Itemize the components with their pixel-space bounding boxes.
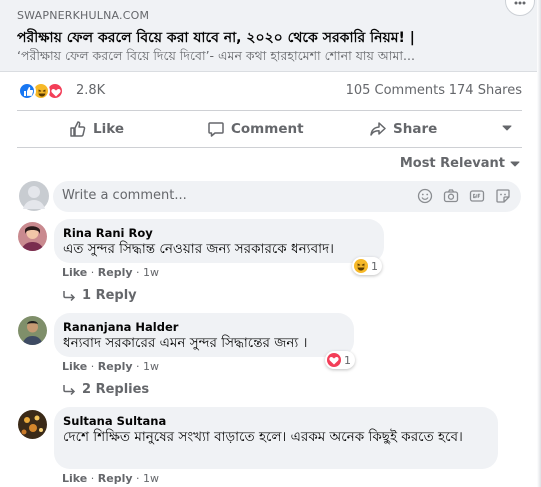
link-title[interactable]: পরীক্ষায় ফেল করলে বিয়ে করা যাবে না, ২০… xyxy=(17,26,527,50)
camera-icon[interactable] xyxy=(443,188,459,204)
avatar-photo xyxy=(18,222,47,251)
love-reaction-icon xyxy=(327,353,341,367)
divider xyxy=(17,110,522,111)
commenter-avatar[interactable] xyxy=(18,410,47,439)
comment-meta: Like · Reply · 1w xyxy=(62,266,160,279)
comment-composer[interactable]: Write a comment... xyxy=(53,181,521,212)
share-button[interactable]: Share xyxy=(369,113,437,145)
comment-icon xyxy=(208,122,224,137)
comment-meta: Like · Reply · 1w xyxy=(62,472,160,485)
emoji-icon[interactable] xyxy=(417,188,433,204)
comment-button-label: Comment xyxy=(231,121,304,137)
view-replies-link[interactable]: 2 Replies xyxy=(62,382,149,397)
reaction-summary[interactable] xyxy=(18,82,72,102)
comment-reaction-badge[interactable]: 1 xyxy=(352,257,382,275)
post-stats: 2.8K 105 Comments 174 Shares xyxy=(0,78,541,106)
viewer-avatar[interactable] xyxy=(19,181,49,211)
share-button-label: Share xyxy=(393,121,438,137)
avatar-photo xyxy=(18,410,47,439)
share-icon xyxy=(370,122,386,136)
divider xyxy=(17,147,522,148)
commenter-name[interactable]: Rina Rani Roy xyxy=(63,226,374,240)
reply-arrow-icon xyxy=(63,384,76,395)
comment-reaction-count: 1 xyxy=(371,259,378,273)
comment-reply-link[interactable]: Reply xyxy=(98,266,133,279)
link-domain: SWAPNERKHULNA.COM xyxy=(17,9,150,22)
sticker-icon[interactable] xyxy=(495,188,511,204)
chevron-down-icon xyxy=(510,161,520,166)
user-avatar-icon xyxy=(23,186,45,209)
view-replies-link[interactable]: 1 Reply xyxy=(62,288,137,303)
reply-arrow-icon xyxy=(63,290,76,301)
shares-count[interactable]: 174 Shares xyxy=(449,83,522,98)
comment-like-link[interactable]: Like xyxy=(62,266,87,279)
thumbs-up-icon xyxy=(70,121,86,137)
post-action-bar: Like Comment Share xyxy=(17,113,522,145)
link-preview-card[interactable]: SWAPNERKHULNA.COM পরীক্ষায় ফেল করলে বিয… xyxy=(0,0,541,72)
comment-bubble: Rananjana Halder ধন্যবাদ সরকারের এমন সুন… xyxy=(54,313,354,357)
sort-label: Most Relevant xyxy=(399,156,505,171)
commenter-name[interactable]: Rananjana Halder xyxy=(63,320,344,334)
composer-icons xyxy=(417,188,511,204)
commenter-avatar[interactable] xyxy=(18,222,47,251)
comment-timestamp[interactable]: 1w xyxy=(143,360,159,373)
haha-reaction-icon xyxy=(354,259,368,273)
like-button[interactable]: Like xyxy=(69,113,124,145)
replies-count: 2 Replies xyxy=(82,382,150,397)
comment-timestamp[interactable]: 1w xyxy=(143,472,159,485)
gif-icon[interactable] xyxy=(469,188,485,204)
comment-sort-dropdown[interactable]: Most Relevant xyxy=(400,156,520,171)
replies-count: 1 Reply xyxy=(82,288,137,303)
comment-bubble: Sultana Sultana দেশে শিক্ষিত মানুষের সংখ… xyxy=(54,407,498,469)
scrollbar-edge xyxy=(537,0,541,487)
more-icon xyxy=(514,1,526,5)
comment-text: এত সুন্দর সিদ্ধান্ত নেওয়ার জন্য সরকারকে… xyxy=(63,241,334,257)
audience-dropdown-icon[interactable] xyxy=(502,125,512,131)
comment-reaction-count: 1 xyxy=(344,353,351,367)
comment-reply-link[interactable]: Reply xyxy=(98,472,133,485)
comment-reply-link[interactable]: Reply xyxy=(98,360,133,373)
more-options-button[interactable] xyxy=(505,0,535,16)
comment-bubble: Rina Rani Roy এত সুন্দর সিদ্ধান্ত নেওয়া… xyxy=(54,219,384,263)
avatar-photo xyxy=(18,316,47,345)
reaction-count[interactable]: 2.8K xyxy=(76,83,105,98)
comment-input[interactable]: Write a comment... xyxy=(62,188,187,203)
comments-count[interactable]: 105 Comments xyxy=(346,83,445,98)
link-description: ‘পরীক্ষায় ফেল করলে বিয়ে দিয়ে দিবো’- এ… xyxy=(17,48,415,63)
comment-like-link[interactable]: Like xyxy=(62,472,87,485)
comment-text: দেশে শিক্ষিত মানুষের সংখ্যা বাড়াতে হলে।… xyxy=(63,429,463,445)
commenter-name[interactable]: Sultana Sultana xyxy=(63,414,488,428)
comment-text: ধন্যবাদ সরকারের এমন সুন্দর সিদ্ধান্তের জ… xyxy=(63,335,308,351)
like-button-label: Like xyxy=(93,121,125,137)
like-reaction-icon xyxy=(18,82,36,100)
comment-reaction-badge[interactable]: 1 xyxy=(325,351,355,369)
commenter-avatar[interactable] xyxy=(18,316,47,345)
comment-meta: Like · Reply · 1w xyxy=(62,360,160,373)
comment-timestamp[interactable]: 1w xyxy=(143,266,159,279)
comment-like-link[interactable]: Like xyxy=(62,360,87,373)
comment-button[interactable]: Comment xyxy=(207,113,304,145)
